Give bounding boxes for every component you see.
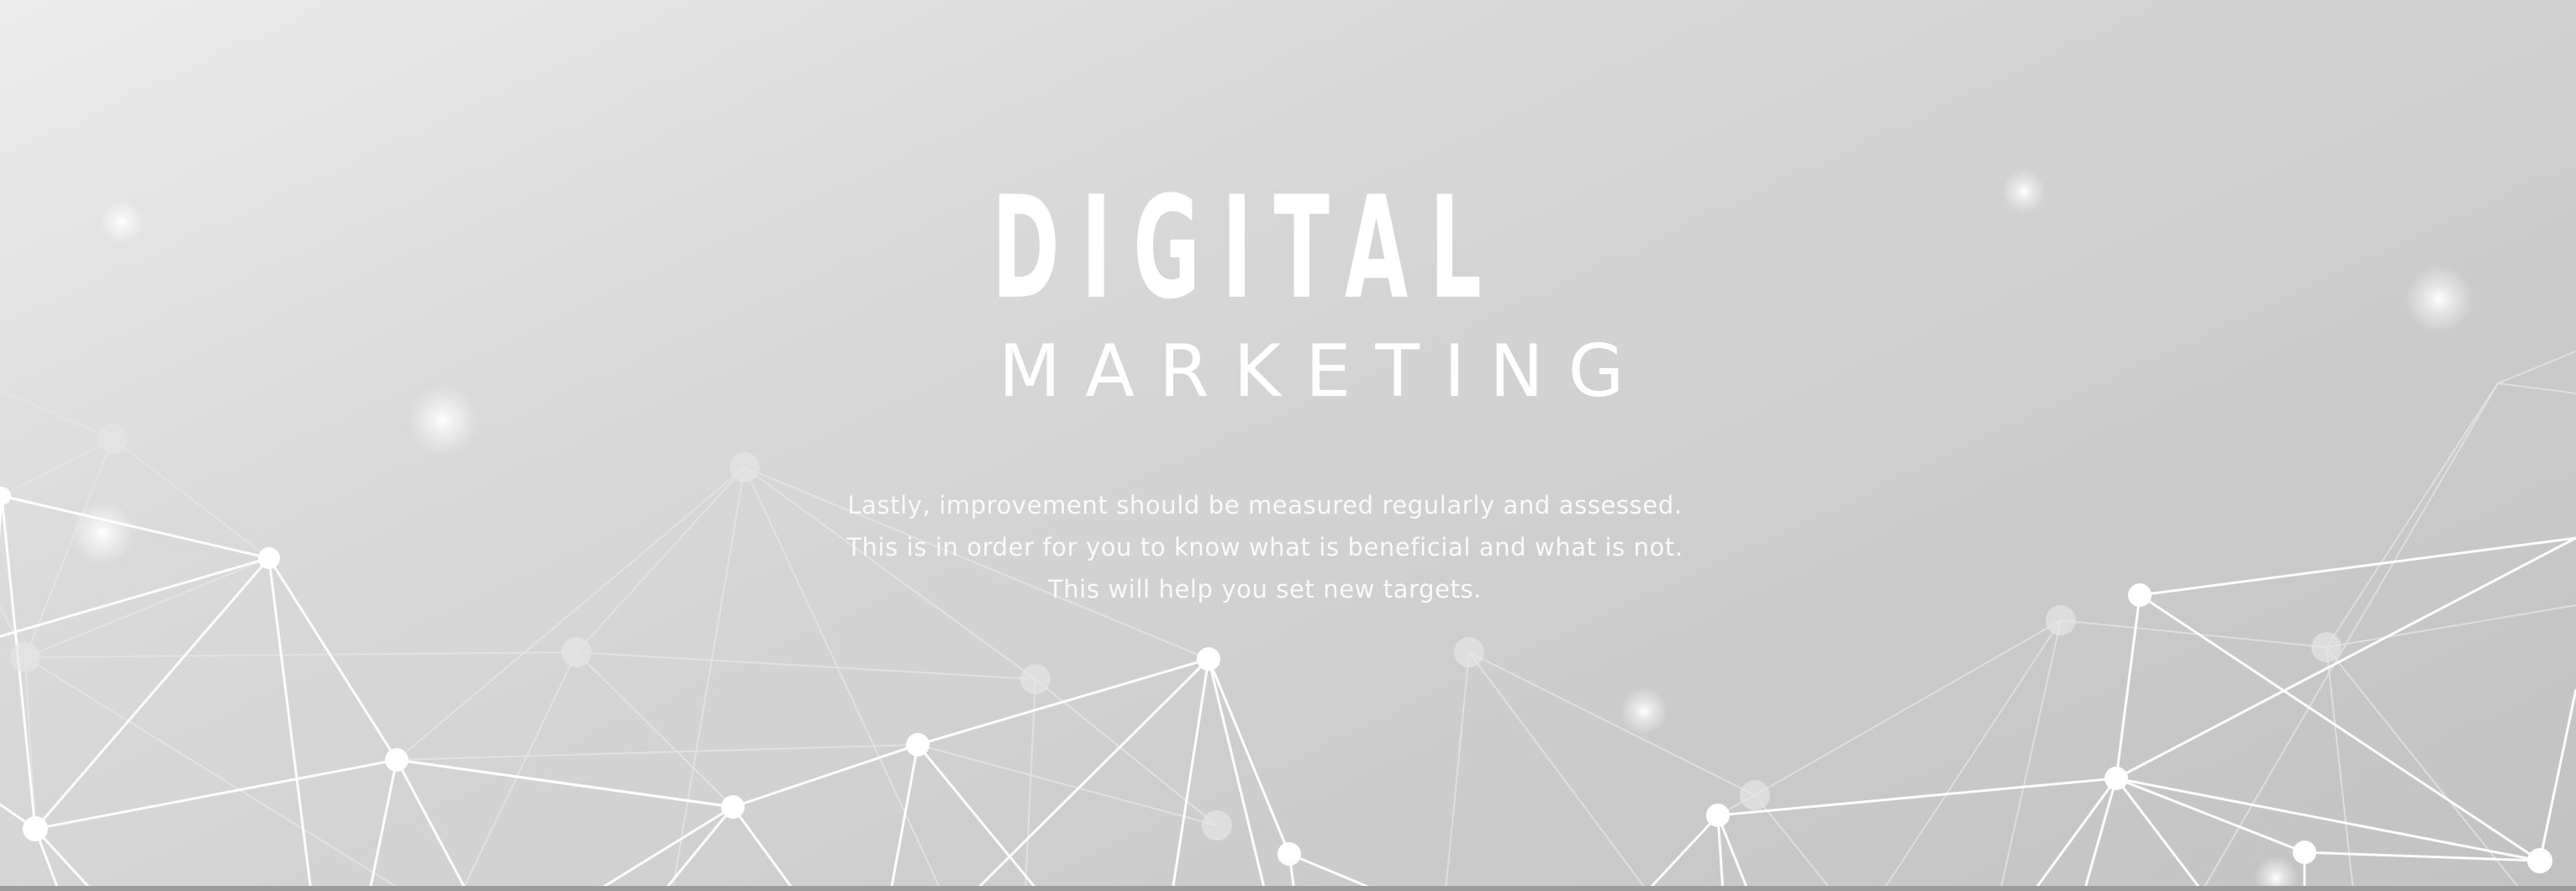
description-line-3: This will help you set new targets. xyxy=(1047,575,1483,604)
description-line-2: This is in order for you to know what is… xyxy=(846,533,1683,561)
hero-banner: DIGITAL MARKETING Lastly, improvement sh… xyxy=(0,0,2576,891)
page-subtitle: MARKETING xyxy=(998,330,1649,414)
bottom-divider xyxy=(0,886,2576,891)
page-title: DIGITAL xyxy=(992,166,1504,330)
description-line-1: Lastly, improvement should be measured r… xyxy=(847,491,1683,519)
description-text: Lastly, improvement should be measured r… xyxy=(773,484,1757,610)
